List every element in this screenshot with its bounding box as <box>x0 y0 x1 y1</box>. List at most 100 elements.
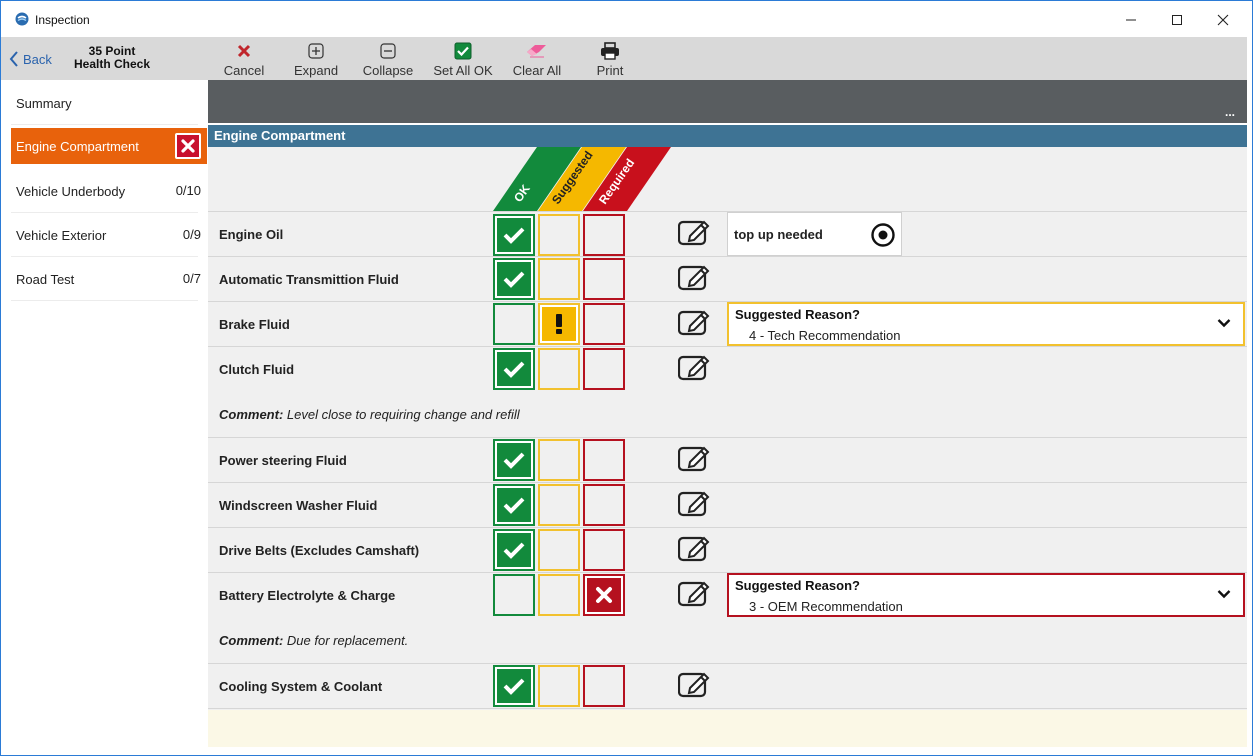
cancel-label: Cancel <box>223 63 265 78</box>
edit-icon[interactable] <box>678 579 712 607</box>
inspection-row-windscreen-washer-fluid: Windscreen Washer Fluid <box>208 482 1247 527</box>
inspection-row-automatic-transmission-fluid: Automatic Transmittion Fluid <box>208 256 1247 301</box>
suggested-checkbox[interactable] <box>538 484 580 526</box>
ok-checkbox[interactable] <box>493 439 535 481</box>
sidebar-item-label: Road Test <box>16 271 75 287</box>
app-logo-icon <box>15 12 29 26</box>
comment-label: Comment: <box>219 407 284 422</box>
required-checkbox[interactable] <box>583 258 625 300</box>
suggested-checkbox[interactable] <box>538 214 580 256</box>
section-header: Engine Compartment <box>208 125 1247 147</box>
eraser-icon <box>527 45 546 58</box>
row-name: Engine Oil <box>219 227 284 242</box>
sidebar-item-label: Engine Compartment <box>16 138 139 154</box>
expand-button[interactable]: Expand <box>292 39 340 79</box>
row-comment: Comment: Due for replacement. <box>219 633 408 648</box>
set-all-ok-button[interactable]: Set All OK <box>432 39 494 79</box>
back-button[interactable]: Back <box>9 49 52 69</box>
reason-dropdown[interactable]: Suggested Reason? 4 - Tech Recommendatio… <box>727 302 1245 346</box>
check-title-line2: Health Check <box>73 57 151 71</box>
close-window-button[interactable] <box>1200 1 1246 37</box>
more-options-button[interactable]: ... <box>1225 105 1235 119</box>
inspection-row-brake-fluid: Brake Fluid Suggested Reason? 4 - Tech R… <box>208 301 1247 346</box>
required-checkbox[interactable] <box>583 574 625 616</box>
reason-value: 4 - Tech Recommendation <box>749 328 901 343</box>
sidebar-item-count: 0/9 <box>182 227 201 242</box>
required-checkbox[interactable] <box>583 348 625 390</box>
sidebar-item-road-test[interactable]: Road Test 0/7 <box>1 257 208 301</box>
suggested-checkbox[interactable] <box>538 529 580 571</box>
required-checkbox[interactable] <box>583 529 625 571</box>
window-title: Inspection <box>35 13 90 27</box>
ok-checkbox[interactable] <box>493 665 535 707</box>
ok-checkbox[interactable] <box>493 484 535 526</box>
note-box[interactable]: top up needed <box>727 212 902 256</box>
ok-checkbox[interactable] <box>493 348 535 390</box>
print-label: Print <box>596 63 624 78</box>
required-checkbox[interactable] <box>583 303 625 345</box>
sidebar-item-vehicle-underbody[interactable]: Vehicle Underbody 0/10 <box>1 169 208 213</box>
ok-checkbox[interactable] <box>493 303 535 345</box>
clear-all-button[interactable]: Clear All <box>510 39 564 79</box>
checkbox-checked-icon <box>454 42 472 60</box>
edit-icon[interactable] <box>678 308 712 336</box>
back-label: Back <box>23 51 52 67</box>
required-checkbox[interactable] <box>583 214 625 256</box>
target-icon[interactable] <box>871 223 895 247</box>
column-headers: OK Suggested Required <box>493 147 671 211</box>
sidebar-item-summary[interactable]: Summary <box>1 81 208 125</box>
set-all-ok-label: Set All OK <box>433 63 493 78</box>
edit-icon[interactable] <box>678 534 712 562</box>
required-checkbox[interactable] <box>583 665 625 707</box>
edit-icon[interactable] <box>678 353 712 381</box>
minimize-button[interactable] <box>1108 1 1154 37</box>
sidebar-header: Back 35 Point Health Check <box>1 37 208 80</box>
edit-icon[interactable] <box>678 444 712 472</box>
suggested-checkbox[interactable] <box>538 348 580 390</box>
suggested-checkbox[interactable] <box>538 303 580 345</box>
check-icon <box>503 678 525 695</box>
required-checkbox[interactable] <box>583 484 625 526</box>
collapse-button[interactable]: Collapse <box>362 39 414 79</box>
inspection-grid: OK Suggested Required Engine Oil top up … <box>208 147 1247 710</box>
edit-icon[interactable] <box>678 218 712 246</box>
minus-square-icon <box>380 43 396 59</box>
sidebar-item-engine-compartment[interactable]: Engine Compartment <box>11 128 207 164</box>
reason-title: Suggested Reason? <box>735 307 860 322</box>
sidebar-item-vehicle-exterior[interactable]: Vehicle Exterior 0/9 <box>1 213 208 257</box>
edit-icon[interactable] <box>678 489 712 517</box>
suggested-checkbox[interactable] <box>538 258 580 300</box>
sidebar-item-label: Vehicle Underbody <box>16 183 126 199</box>
ok-checkbox[interactable] <box>493 214 535 256</box>
row-name: Automatic Transmittion Fluid <box>219 272 399 287</box>
ok-checkbox[interactable] <box>493 529 535 571</box>
toolbar: Cancel Expand Collapse Set All OK Clear … <box>208 37 1247 80</box>
sidebar-item-label: Vehicle Exterior <box>16 227 107 243</box>
check-icon <box>503 497 525 514</box>
suggested-checkbox[interactable] <box>538 439 580 481</box>
ok-checkbox[interactable] <box>493 574 535 616</box>
minimize-icon <box>1126 19 1136 21</box>
dark-header-bar: ... <box>208 80 1247 123</box>
edit-icon[interactable] <box>678 263 712 291</box>
comment-label: Comment: <box>219 633 284 648</box>
row-name: Power steering Fluid <box>219 453 347 468</box>
inspection-content: OK Suggested Required Engine Oil top up … <box>208 147 1247 747</box>
maximize-button[interactable] <box>1154 1 1200 37</box>
suggested-checkbox[interactable] <box>538 574 580 616</box>
reason-title: Suggested Reason? <box>735 578 860 593</box>
ok-checkbox[interactable] <box>493 258 535 300</box>
reason-dropdown[interactable]: Suggested Reason? 3 - OEM Recommendation <box>727 573 1245 617</box>
suggested-checkbox[interactable] <box>538 665 580 707</box>
row-comment: Comment: Level close to requiring change… <box>219 407 520 422</box>
check-icon <box>503 271 525 288</box>
check-icon <box>503 361 525 378</box>
cancel-button[interactable]: Cancel <box>222 39 266 79</box>
edit-icon[interactable] <box>678 670 712 698</box>
required-checkbox[interactable] <box>583 439 625 481</box>
inspection-row-power-steering-fluid: Power steering Fluid <box>208 437 1247 482</box>
required-status-badge <box>175 133 201 159</box>
chevron-down-icon <box>1217 590 1231 599</box>
print-button[interactable]: Print <box>590 39 630 79</box>
check-icon <box>503 542 525 559</box>
